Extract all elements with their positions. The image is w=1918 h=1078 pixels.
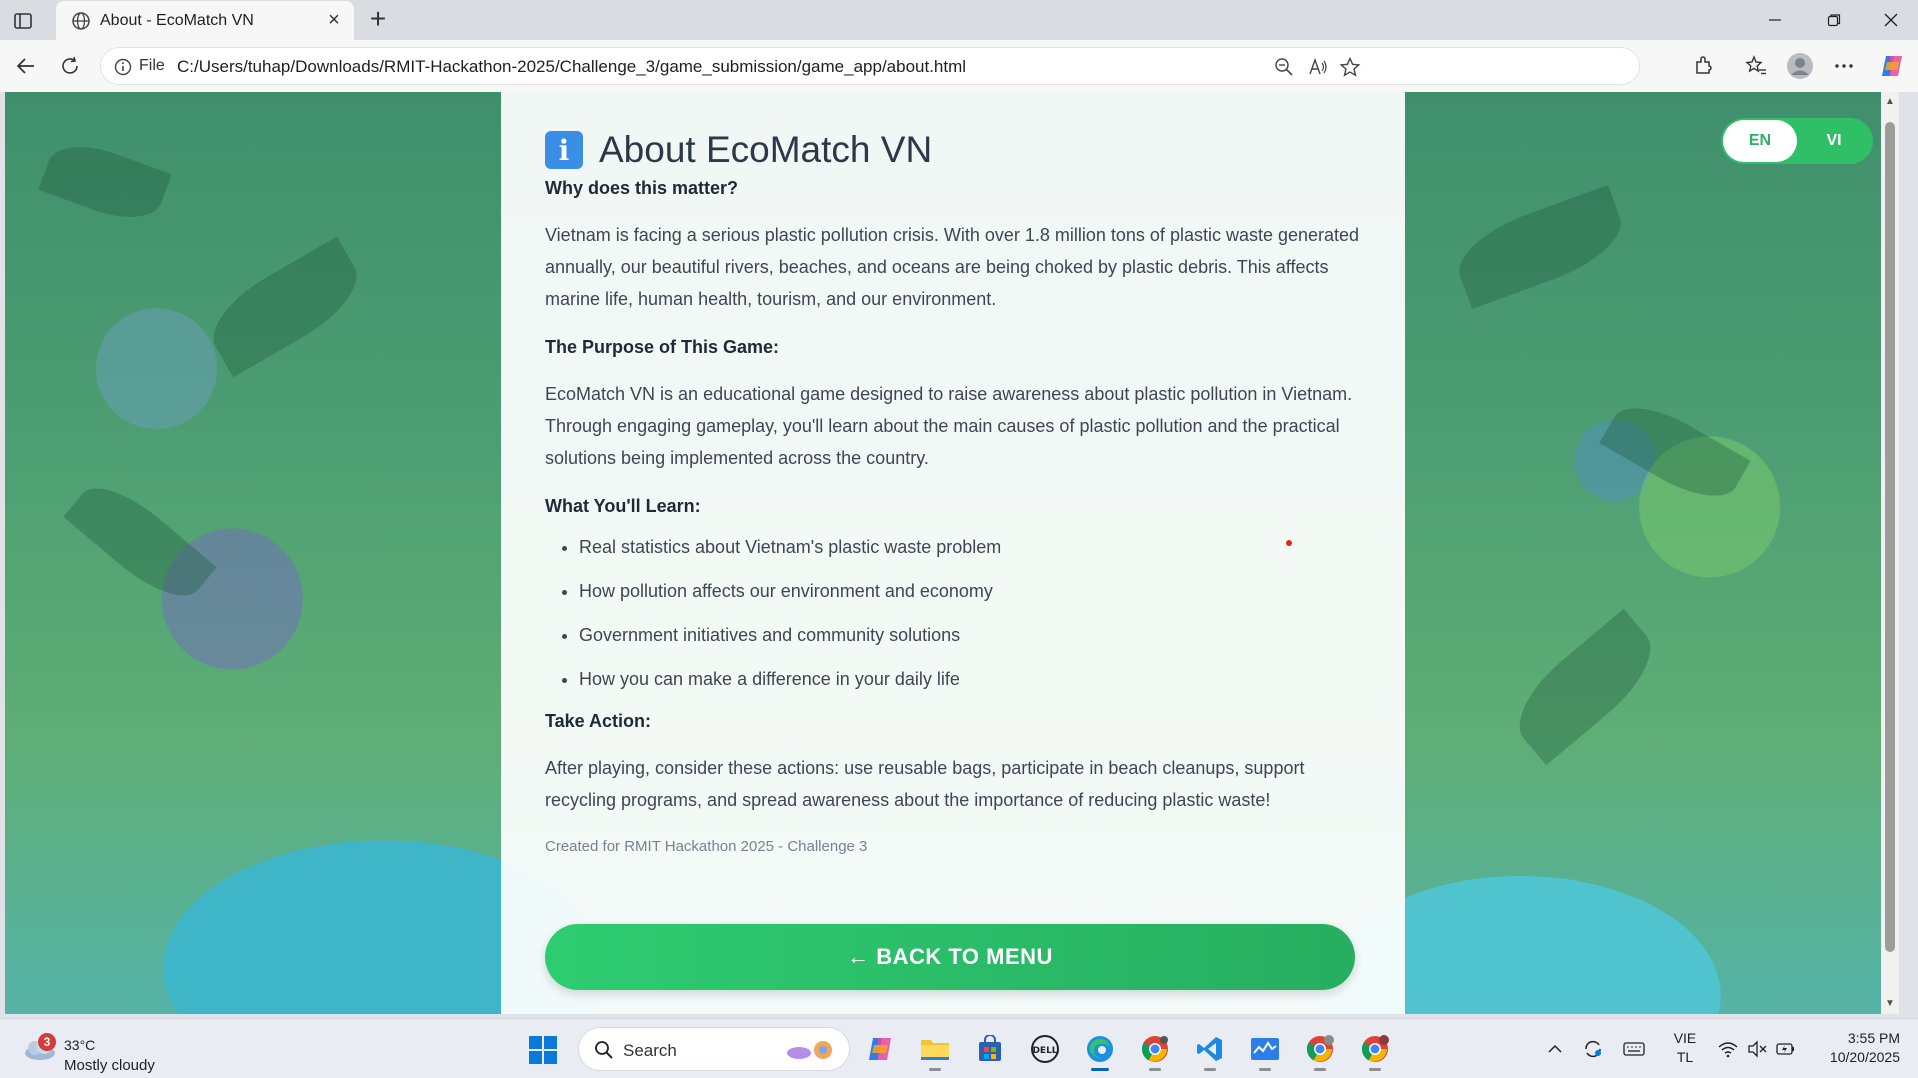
background-leaf — [38, 133, 172, 231]
zoom-out-icon[interactable] — [1273, 56, 1295, 78]
address-bar[interactable]: File C:/Users/tuhap/Downloads/RMIT-Hacka… — [100, 47, 1640, 85]
learn-list: Real statistics about Vietnam's plastic … — [545, 535, 1361, 691]
globe-icon — [70, 10, 92, 32]
input-language[interactable]: VIE TL — [1668, 1029, 1702, 1067]
page-scrollbar[interactable]: ▲ ▼ — [1881, 92, 1899, 1014]
background-leaf — [198, 236, 372, 378]
clock-date: 10/20/2025 — [1829, 1049, 1900, 1065]
windows-start-icon[interactable] — [528, 1035, 558, 1065]
file-explorer-icon[interactable] — [915, 1029, 955, 1071]
active-indicator — [1091, 1068, 1109, 1071]
scroll-up-icon[interactable]: ▲ — [1884, 96, 1896, 108]
read-aloud-icon[interactable] — [1307, 56, 1329, 78]
running-indicator — [1149, 1068, 1161, 1071]
sidebar-toggle-icon[interactable] — [12, 10, 34, 32]
background-leaf — [1448, 185, 1632, 309]
taskbar-search[interactable]: Search — [578, 1027, 850, 1071]
new-tab-button[interactable]: + — [364, 5, 392, 34]
weather-temperature: 33°C — [64, 1037, 96, 1053]
input-method: TL — [1676, 1049, 1694, 1065]
favorites-icon[interactable] — [1742, 52, 1770, 80]
scroll-down-icon[interactable]: ▼ — [1884, 998, 1896, 1010]
site-info-icon[interactable] — [113, 57, 133, 77]
tab-about[interactable]: About - EcoMatch VN × — [56, 1, 354, 41]
background-leaf — [1599, 391, 1751, 513]
extensions-icon[interactable] — [1690, 52, 1718, 80]
address-url[interactable]: C:/Users/tuhap/Downloads/RMIT-Hackathon-… — [177, 57, 966, 77]
list-item: How you can make a difference in your da… — [579, 667, 1361, 691]
task-manager-icon[interactable] — [1245, 1029, 1285, 1071]
language-en-button[interactable]: EN — [1723, 120, 1797, 162]
clock[interactable]: 3:55 PM 10/20/2025 — [1818, 1029, 1900, 1067]
background-leaf — [1501, 608, 1669, 766]
volume-muted-icon[interactable] — [1744, 1019, 1770, 1078]
about-card: i About EcoMatch VN Why does this matter… — [501, 92, 1405, 1014]
page-viewport: EN VI i About EcoMatch VN Why does this … — [5, 92, 1899, 1014]
minimize-button[interactable] — [1748, 0, 1802, 40]
running-indicator — [1314, 1068, 1326, 1071]
show-hidden-icons-icon[interactable] — [1540, 1019, 1570, 1078]
running-indicator — [929, 1068, 941, 1071]
svg-text:DELL: DELL — [1032, 1046, 1057, 1056]
taskbar-copilot-icon[interactable] — [860, 1029, 900, 1069]
wifi-icon[interactable] — [1714, 1019, 1742, 1078]
purpose-heading: The Purpose of This Game: — [545, 337, 780, 357]
information-icon: i — [545, 131, 583, 169]
weather-badge: 3 — [38, 1033, 56, 1051]
keyboard-icon[interactable] — [1618, 1019, 1650, 1078]
scrollbar-thumb[interactable] — [1885, 122, 1895, 952]
more-options-icon[interactable] — [1830, 52, 1858, 80]
tab-strip: About - EcoMatch VN × + — [0, 0, 1918, 41]
chrome-icon[interactable] — [1135, 1029, 1175, 1071]
page-title: i About EcoMatch VN — [545, 128, 1361, 172]
running-indicator — [1259, 1068, 1271, 1071]
list-item: How pollution affects our environment an… — [579, 579, 1361, 603]
copilot-icon[interactable] — [1878, 52, 1906, 80]
favorite-star-icon[interactable] — [1339, 56, 1361, 78]
restore-button[interactable] — [1807, 0, 1861, 40]
edge-browser-icon[interactable] — [1080, 1029, 1120, 1071]
close-window-button[interactable] — [1864, 0, 1918, 40]
address-scheme: File — [139, 57, 165, 74]
back-arrow-icon[interactable] — [10, 50, 42, 82]
action-text: After playing, consider these actions: u… — [545, 758, 1305, 810]
taskbar: 3 33°C Mostly cloudy Search DELL VIE TL … — [0, 1018, 1918, 1078]
why-heading: Why does this matter? — [545, 178, 739, 198]
list-item: Real statistics about Vietnam's plastic … — [579, 535, 1361, 559]
why-text: Vietnam is facing a serious plastic poll… — [545, 225, 1360, 309]
browser-toolbar: File C:/Users/tuhap/Downloads/RMIT-Hacka… — [0, 40, 1918, 92]
cursor-dot — [1286, 540, 1292, 546]
clock-time: 3:55 PM — [1847, 1030, 1900, 1046]
weather-condition: Mostly cloudy — [64, 1057, 155, 1074]
search-label: Search — [623, 1041, 677, 1060]
dell-icon[interactable]: DELL — [1025, 1029, 1065, 1069]
close-tab-icon[interactable]: × — [324, 10, 344, 30]
refresh-icon[interactable] — [54, 50, 86, 82]
chrome-profile-icon[interactable] — [1300, 1029, 1340, 1071]
running-indicator — [1204, 1068, 1216, 1071]
credit-text: Created for RMIT Hackathon 2025 - Challe… — [545, 838, 868, 855]
purpose-text: EcoMatch VN is an educational game desig… — [545, 384, 1353, 468]
sync-icon[interactable] — [1578, 1019, 1608, 1078]
vscode-icon[interactable] — [1190, 1029, 1230, 1071]
input-language-code: VIE — [1673, 1030, 1697, 1046]
back-to-menu-button[interactable]: ← BACK TO MENU — [545, 924, 1355, 990]
background-leaf — [63, 470, 217, 614]
action-heading: Take Action: — [545, 711, 652, 731]
search-highlight-icon — [783, 1037, 839, 1063]
tab-title: About - EcoMatch VN — [100, 12, 254, 29]
microsoft-store-icon[interactable] — [970, 1029, 1010, 1069]
weather-widget[interactable]: 3 33°C Mostly cloudy — [22, 1027, 172, 1074]
profile-avatar-icon[interactable] — [1786, 52, 1814, 80]
chrome-alt-profile-icon[interactable] — [1355, 1029, 1395, 1071]
page-title-text: About EcoMatch VN — [599, 129, 933, 170]
learn-heading: What You'll Learn: — [545, 496, 701, 516]
language-toggle: EN VI — [1721, 118, 1873, 164]
language-vi-button[interactable]: VI — [1797, 120, 1871, 162]
search-icon — [593, 1039, 615, 1061]
running-indicator — [1369, 1068, 1381, 1071]
battery-charging-icon[interactable] — [1772, 1019, 1800, 1078]
list-item: Government initiatives and community sol… — [579, 623, 1361, 647]
